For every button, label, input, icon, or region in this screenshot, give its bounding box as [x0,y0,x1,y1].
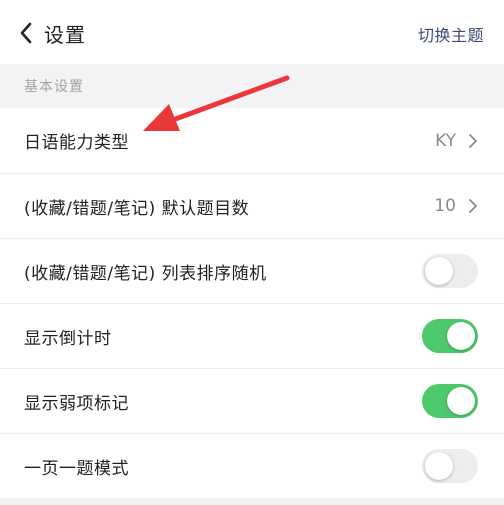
setting-value: 10 [434,196,456,216]
toggle-knob [447,387,475,415]
toggle-knob [447,322,475,350]
setting-row-one-question-per-page: 一页一题模式 [0,433,504,498]
settings-list: 日语能力类型 KY (收藏/错题/笔记) 默认题目数 10 (收藏/错题/笔记)… [0,108,504,498]
one-question-per-page-toggle[interactable] [422,449,478,483]
show-weak-mark-toggle[interactable] [422,384,478,418]
switch-theme-button[interactable]: 切换主题 [418,22,484,46]
setting-label: 日语能力类型 [24,133,129,153]
setting-row-default-question-count[interactable]: (收藏/错题/笔记) 默认题目数 10 [0,173,504,238]
random-sort-toggle[interactable] [422,254,478,288]
back-button[interactable]: 设置 [18,18,86,48]
setting-label: 显示倒计时 [24,328,112,349]
toggle-knob [425,257,453,285]
chevron-left-icon [20,22,32,44]
section-title: 基本设置 [24,79,84,95]
setting-row-show-countdown: 显示倒计时 [0,303,504,368]
toggle-knob [425,452,453,480]
setting-label: (收藏/错题/笔记) 默认题目数 [24,198,250,219]
chevron-right-icon [469,133,477,148]
page-title: 设置 [44,22,86,47]
setting-row-show-weak-mark: 显示弱项标记 [0,368,504,433]
setting-label: 显示弱项标记 [24,393,129,414]
show-countdown-toggle[interactable] [422,319,478,353]
setting-label: (收藏/错题/笔记) 列表排序随机 [24,263,267,284]
chevron-right-icon [469,199,477,213]
setting-label: 一页一题模式 [24,458,129,479]
basic-settings-section: 基本设置 日语能力类型 KY (收藏/错题/笔记) 默认题目数 10 (收藏/错… [0,64,504,505]
settings-screen: 设置 切换主题 基本设置 日语能力类型 KY (收藏/错题/笔记) 默认题目数 … [0,0,504,505]
setting-row-random-sort: (收藏/错题/笔记) 列表排序随机 [0,238,504,303]
top-bar: 设置 切换主题 [0,0,504,64]
setting-value: KY [435,130,456,151]
setting-row-language-type[interactable]: 日语能力类型 KY [0,108,504,173]
